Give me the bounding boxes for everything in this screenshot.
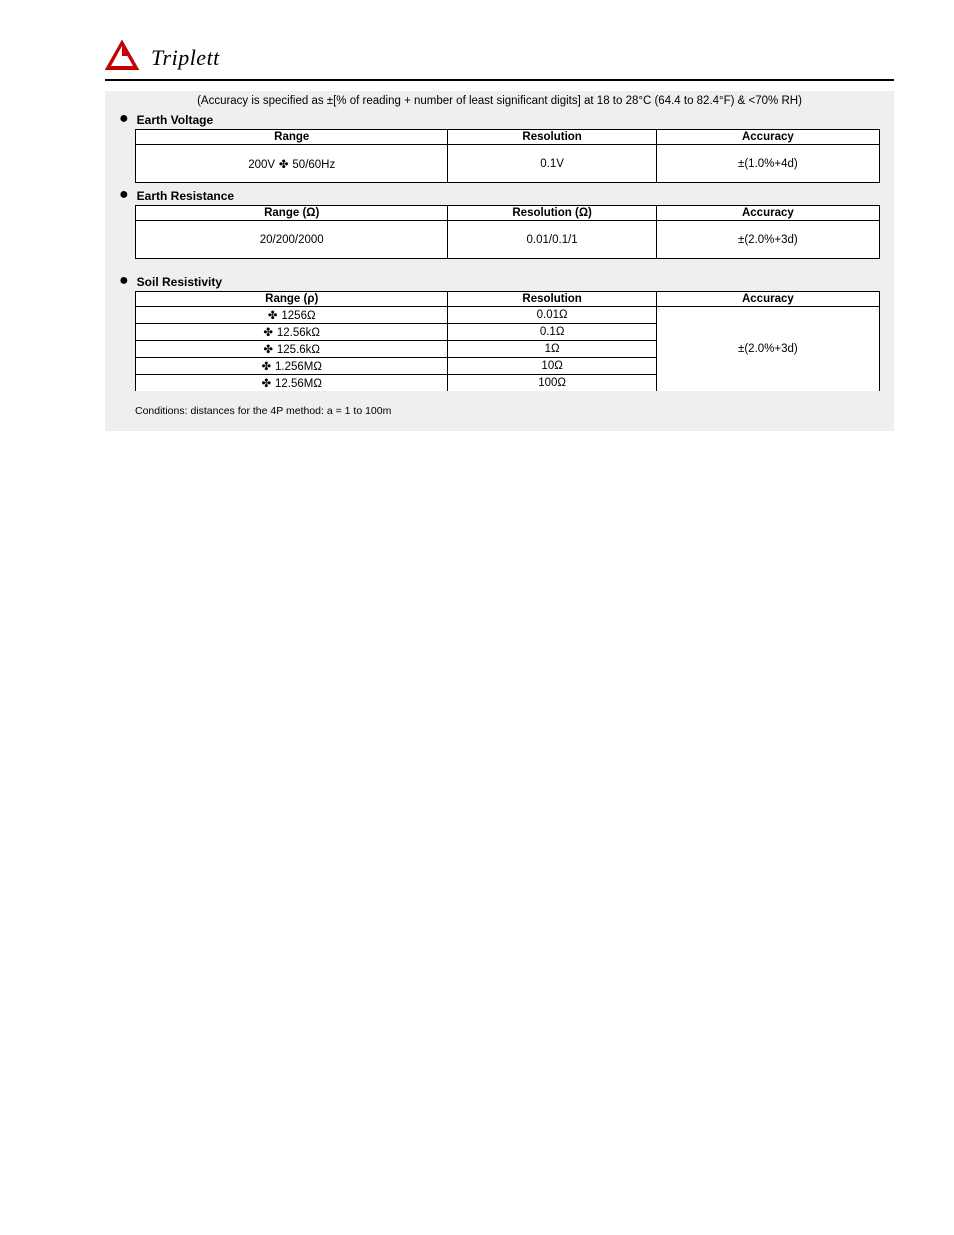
bullet-icon: ● <box>119 275 129 287</box>
th-resolution: Resolution (Ω) <box>448 206 656 221</box>
table-header-row: Range (ρ) Resolution Accuracy <box>136 292 880 307</box>
section-earth-voltage: ● Earth Voltage <box>119 113 880 127</box>
td-resolution: 1Ω <box>448 341 656 358</box>
page-header: Triplett <box>105 40 894 81</box>
table-earth-resistance: Range (Ω) Resolution (Ω) Accuracy 20/200… <box>135 205 880 259</box>
header-company: Triplett <box>151 45 220 71</box>
td-range: ✤ 125.6kΩ <box>136 341 448 358</box>
table-header-row: Range Resolution Accuracy <box>136 130 880 145</box>
soil-conditions-note: Conditions: distances for the 4P method:… <box>135 405 880 417</box>
td-accuracy: ±(1.0%+4d) <box>656 145 879 183</box>
table-earth-voltage: Range Resolution Accuracy 200V ✤ 50/60Hz… <box>135 129 880 183</box>
td-range: 20/200/2000 <box>136 221 448 259</box>
table-row: ✤ 1256Ω 0.01Ω ±(2.0%+3d) <box>136 307 880 324</box>
td-range: ✤ 1256Ω <box>136 307 448 324</box>
accuracy-conditions-line: (Accuracy is specified as ±[% of reading… <box>119 95 880 107</box>
logo-triangle-icon <box>105 40 139 73</box>
th-range: Range (Ω) <box>136 206 448 221</box>
td-resolution: 0.01/0.1/1 <box>448 221 656 259</box>
bullet-icon: ● <box>119 113 129 125</box>
specifications-box: (Accuracy is specified as ±[% of reading… <box>105 91 894 431</box>
th-accuracy: Accuracy <box>656 130 879 145</box>
section-title-soil-resistivity: Soil Resistivity <box>137 275 222 289</box>
table-row: 20/200/2000 0.01/0.1/1 ±(2.0%+3d) <box>136 221 880 259</box>
th-accuracy: Accuracy <box>656 292 879 307</box>
th-resolution: Resolution <box>448 292 656 307</box>
td-range: 200V ✤ 50/60Hz <box>136 145 448 183</box>
td-resolution: 0.1Ω <box>448 324 656 341</box>
page: Triplett (Accuracy is specified as ±[% o… <box>0 0 954 471</box>
th-resolution: Resolution <box>448 130 656 145</box>
td-accuracy: ±(2.0%+3d) <box>656 221 879 259</box>
td-resolution: 10Ω <box>448 358 656 375</box>
td-resolution: 0.01Ω <box>448 307 656 324</box>
td-range: ✤ 12.56MΩ <box>136 375 448 392</box>
table-header-row: Range (Ω) Resolution (Ω) Accuracy <box>136 206 880 221</box>
table-row: 200V ✤ 50/60Hz 0.1V ±(1.0%+4d) <box>136 145 880 183</box>
td-resolution: 100Ω <box>448 375 656 392</box>
section-title-earth-resistance: Earth Resistance <box>137 189 234 203</box>
th-accuracy: Accuracy <box>656 206 879 221</box>
td-resolution: 0.1V <box>448 145 656 183</box>
td-range: ✤ 12.56kΩ <box>136 324 448 341</box>
bullet-icon: ● <box>119 189 129 201</box>
table-soil-resistivity: Range (ρ) Resolution Accuracy ✤ 1256Ω 0.… <box>135 291 880 391</box>
td-accuracy: ±(2.0%+3d) <box>656 307 879 392</box>
th-range: Range (ρ) <box>136 292 448 307</box>
section-earth-resistance: ● Earth Resistance <box>119 189 880 203</box>
th-range: Range <box>136 130 448 145</box>
section-title-earth-voltage: Earth Voltage <box>137 113 213 127</box>
td-range: ✤ 1.256MΩ <box>136 358 448 375</box>
section-soil-resistivity: ● Soil Resistivity <box>119 275 880 289</box>
